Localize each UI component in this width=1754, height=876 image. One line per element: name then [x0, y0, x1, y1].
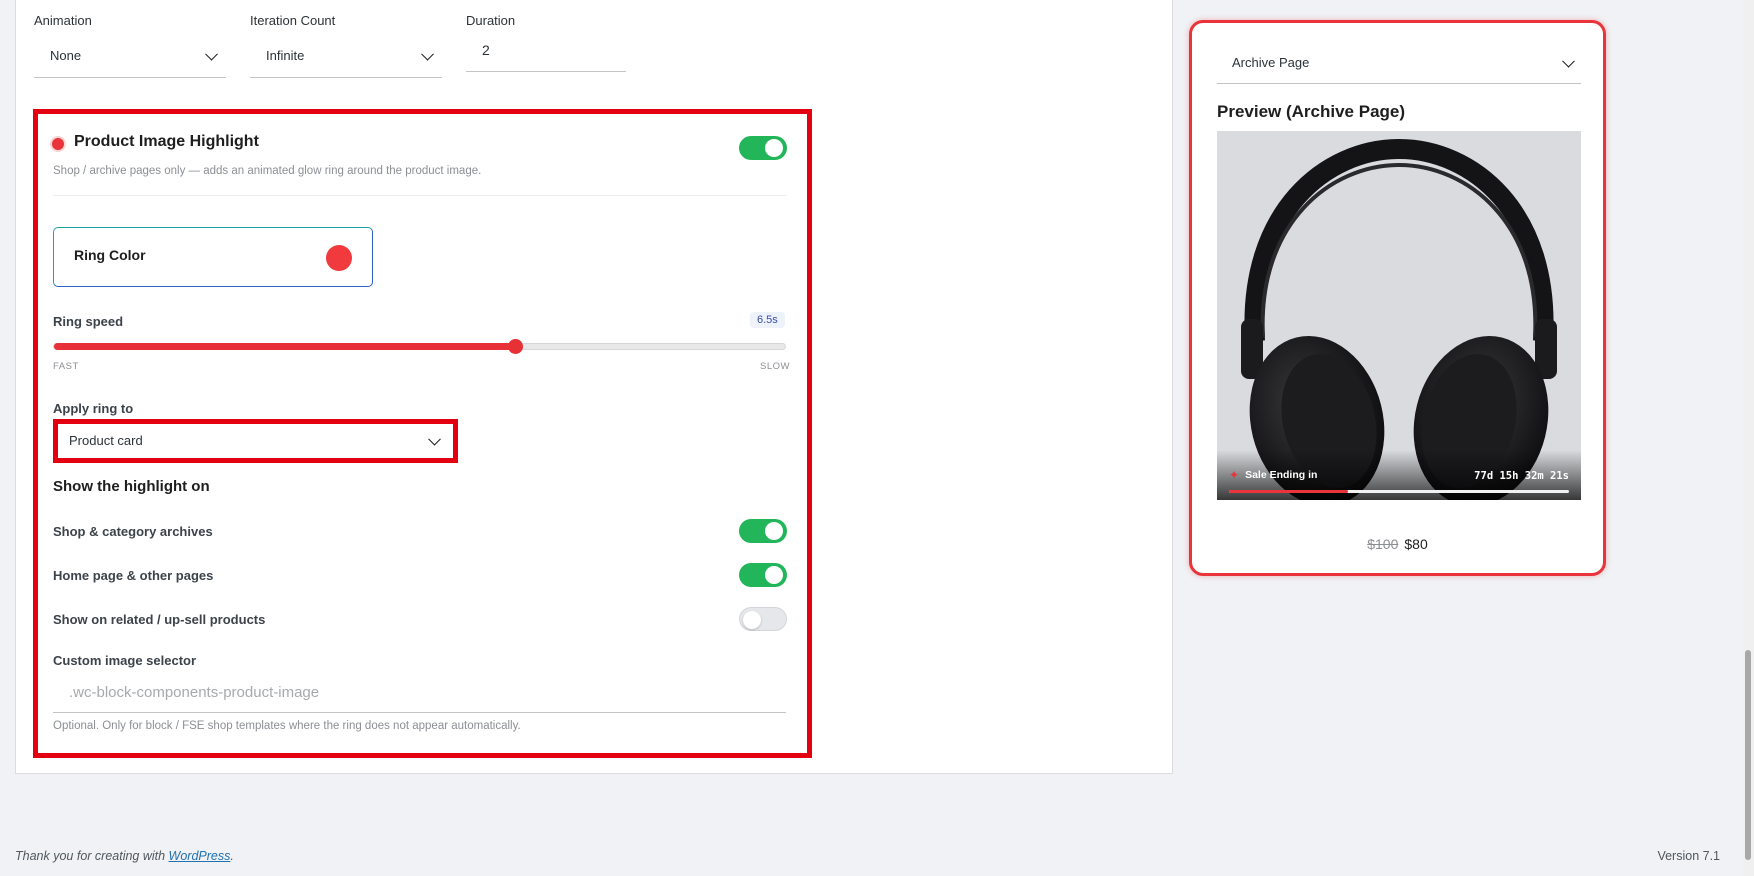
divider: [53, 195, 786, 196]
sale-text: Sale Ending in: [1245, 469, 1318, 481]
fast-label: FAST: [53, 361, 79, 372]
iteration-select[interactable]: Infinite: [250, 34, 442, 78]
option-label-archives: Shop & category archives: [53, 524, 213, 539]
price: $100 $80: [1192, 536, 1603, 552]
countdown-timer: 77d 15h 32m 21s: [1474, 470, 1569, 482]
duration-input[interactable]: 2: [466, 34, 626, 72]
scrollbar-thumb[interactable]: [1745, 650, 1751, 860]
chevron-down-icon: [428, 432, 441, 446]
headphones-image: [1241, 138, 1557, 500]
flash-icon: ✦: [1229, 468, 1240, 482]
version-text: Version 7.1: [1657, 849, 1720, 863]
ring-color-label: Ring Color: [74, 247, 146, 263]
related-products-toggle[interactable]: [739, 607, 787, 631]
sale-label: ✦ Sale Ending in: [1229, 468, 1317, 482]
ring-speed-label: Ring speed: [53, 314, 124, 329]
page-scrollbar[interactable]: [1742, 0, 1754, 876]
highlight-enable-toggle[interactable]: [739, 136, 787, 160]
product-image-highlight-section: Product Image Highlight Shop / archive p…: [33, 109, 812, 758]
footer-prefix: Thank you for creating with: [15, 849, 169, 863]
duration-value: 2: [482, 42, 490, 58]
custom-selector-help: Optional. Only for block / FSE shop temp…: [53, 720, 521, 732]
sale-price: $80: [1404, 536, 1428, 552]
archives-toggle[interactable]: [739, 519, 787, 543]
status-dot-icon: [52, 138, 64, 150]
toggle-knob: [765, 139, 783, 157]
wordpress-link[interactable]: WordPress: [169, 849, 231, 863]
option-label-related: Show on related / up-sell products: [53, 612, 266, 627]
toggle-knob: [765, 566, 783, 584]
custom-selector-field: [53, 673, 786, 713]
countdown-progress-fill: [1229, 490, 1348, 493]
animation-select[interactable]: None: [34, 34, 226, 78]
duration-label: Duration: [466, 13, 516, 28]
slider-fill: [54, 343, 515, 350]
iteration-field: Iteration Count: [250, 13, 335, 28]
countdown-progress: [1229, 490, 1569, 493]
slow-label: SLOW: [760, 361, 790, 372]
section-title: Product Image Highlight: [74, 133, 259, 150]
animation-value: None: [50, 48, 82, 63]
preview-title: Preview (Archive Page): [1217, 102, 1406, 121]
apply-ring-value: Product card: [69, 433, 143, 448]
footer-credit: Thank you for creating with WordPress.: [15, 849, 234, 863]
preview-card: Archive Page Preview (Archive Page) ✦ Sa…: [1189, 20, 1606, 576]
toggle-knob: [765, 522, 783, 540]
apply-ring-select[interactable]: Product card: [53, 419, 458, 463]
product-image: ✦ Sale Ending in 77d 15h 32m 21s: [1217, 131, 1581, 500]
iteration-value: Infinite: [266, 48, 305, 63]
chevron-down-icon: [421, 47, 434, 61]
section-description: Shop / archive pages only — adds an anim…: [53, 165, 482, 177]
old-price: $100: [1367, 536, 1399, 552]
toggle-knob: [743, 611, 761, 629]
option-label-home: Home page & other pages: [53, 568, 214, 583]
custom-selector-input[interactable]: [53, 673, 786, 712]
apply-ring-label: Apply ring to: [53, 401, 134, 416]
animation-field: Animation: [34, 13, 92, 28]
home-pages-toggle[interactable]: [739, 563, 787, 587]
animation-label: Animation: [34, 13, 92, 28]
preview-page-value: Archive Page: [1232, 55, 1310, 70]
slider-thumb[interactable]: [507, 339, 523, 354]
footer-suffix: .: [230, 849, 234, 863]
color-swatch[interactable]: [326, 245, 352, 271]
duration-field: Duration: [466, 13, 515, 28]
show-highlight-heading: Show the highlight on: [53, 478, 210, 495]
iteration-label: Iteration Count: [250, 13, 336, 28]
ring-speed-value-badge: 6.5s: [750, 312, 785, 328]
ring-speed-slider[interactable]: [53, 339, 786, 354]
ring-color-picker[interactable]: Ring Color: [53, 227, 373, 287]
chevron-down-icon: [205, 47, 218, 61]
custom-selector-label: Custom image selector: [53, 653, 197, 668]
preview-page-select[interactable]: Archive Page: [1217, 42, 1581, 84]
chevron-down-icon: [1562, 54, 1575, 68]
